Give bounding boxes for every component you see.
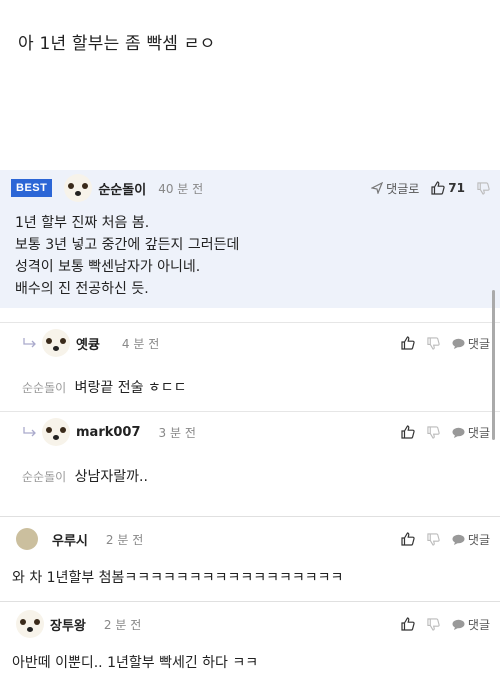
comment-header: 우루시 2 분 전 댓글 [0,517,500,561]
thumbs-up-icon[interactable] [401,617,415,631]
nickname[interactable]: 순순돌이 [98,179,146,198]
comment-actions: 댓글 [401,602,490,646]
send-icon [371,182,384,194]
reply-label: 댓글 [467,617,490,632]
reply-header: mark007 3 분 전 댓글 [0,412,500,452]
timestamp: 2 분 전 [105,532,144,547]
reply-button[interactable]: 댓글 [452,531,490,548]
reply-actions: 댓글 [401,323,490,363]
comment-item: 장투왕 2 분 전 댓글 아반떼 이뿐디.. 1년할부 빡세긴 하다 ㅋㅋ [0,601,500,682]
timestamp: 40 분 전 [158,181,204,196]
nickname[interactable]: 옛큥 [76,334,100,353]
comment-actions: 댓글로 71 [371,170,490,206]
reply-button[interactable]: 댓글 [452,335,490,352]
reply-label: 댓글 [467,425,490,440]
reply-to-comment-button[interactable]: 댓글로 [371,180,419,197]
thumbs-up-icon[interactable] [401,336,415,350]
comment-actions: 댓글 [401,517,490,561]
thumbs-up-icon[interactable] [401,425,415,439]
avatar[interactable] [16,528,38,550]
like-count: 71 [448,181,465,195]
avatar[interactable] [42,329,70,357]
thumbs-up-icon[interactable] [401,532,415,546]
reply-text: 벼랑끝 전술 ㅎㄷㄷ [74,380,187,396]
nickname[interactable]: 장투왕 [50,615,86,634]
thumbs-down-icon[interactable] [427,532,440,546]
timestamp: 3 분 전 [158,425,196,440]
reply-button[interactable]: 댓글 [452,424,490,441]
timestamp: 4 분 전 [121,336,160,351]
comment-body: 1년 할부 진짜 처음 봄. 보통 3년 넣고 중간에 갚든지 그러든데 성격이… [0,206,500,300]
thumbs-down-icon[interactable] [427,336,440,350]
reply-label: 댓글 [467,336,490,351]
reply-body: 순순돌이 벼랑끝 전술 ㅎㄷㄷ [0,363,500,411]
comment-body: 아반떼 이뿐디.. 1년할부 빡세긴 하다 ㅋㅋ [12,655,259,671]
avatar[interactable] [64,174,93,202]
post-text: 아 1년 할부는 좀 빡셈 ㄹㅇ [18,34,216,54]
reply-header: 옛큥 4 분 전 댓글 [0,323,500,363]
comment-item: 우루시 2 분 전 댓글 와 차 1년할부 첨봄ㅋㅋㅋㅋㅋㅋㅋㅋㅋㅋㅋㅋㅋㅋㅋㅋ… [0,516,500,601]
comment-body: 와 차 1년할부 첨봄ㅋㅋㅋㅋㅋㅋㅋㅋㅋㅋㅋㅋㅋㅋㅋㅋㅋ [12,570,344,586]
speech-bubble-icon [452,338,465,349]
scrollbar[interactable] [492,290,495,440]
reply-body: 순순돌이 상남자랄까.. [0,452,500,516]
comment-line: 배수의 진 전공하신 듯. [15,281,149,297]
best-badge: BEST [11,179,53,197]
like-button[interactable]: 71 [431,181,465,195]
nickname[interactable]: mark007 [76,425,141,440]
speech-bubble-icon [452,427,465,438]
reply-label: 댓글 [467,532,490,547]
comment-header: BEST 순순돌이 40 분 전 댓글로 71 [0,170,500,206]
reply-target[interactable]: 순순돌이 [22,470,66,484]
dislike-button[interactable] [477,181,490,195]
reply-item: 옛큥 4 분 전 댓글 순순돌이 벼랑끝 전술 ㅎㄷㄷ [0,322,500,411]
avatar[interactable] [16,610,44,638]
comment-line: 보통 3년 넣고 중간에 갚든지 그러든데 [15,237,240,253]
reply-arrow-icon [23,427,36,437]
speech-bubble-icon [452,534,465,545]
comment-line: 1년 할부 진짜 처음 봄. [15,215,150,231]
thumbs-down-icon[interactable] [427,617,440,631]
thumbs-down-icon[interactable] [427,425,440,439]
reply-text: 상남자랄까.. [74,469,148,485]
reply-item: mark007 3 분 전 댓글 순순돌이 상남자랄까.. [0,411,500,516]
reply-actions: 댓글 [401,412,490,452]
thumbs-down-icon [477,181,490,195]
comment-line: 성격이 보통 빡센남자가 아니네. [15,259,201,275]
comment-header: 장투왕 2 분 전 댓글 [0,602,500,646]
reply-button[interactable]: 댓글 [452,616,490,633]
reply-arrow-icon [23,338,36,348]
timestamp: 2 분 전 [103,617,142,632]
best-comment: BEST 순순돌이 40 분 전 댓글로 71 1년 할부 진짜 처음 봄. 보… [0,170,500,308]
reply-target[interactable]: 순순돌이 [22,381,66,395]
reply-label: 댓글로 [386,181,420,196]
nickname[interactable]: 우루시 [52,530,88,549]
speech-bubble-icon [452,619,465,630]
comment-list: BEST 순순돌이 40 분 전 댓글로 71 1년 할부 진짜 처음 봄. 보… [0,170,500,682]
thumbs-up-icon [431,181,445,195]
avatar[interactable] [42,418,70,446]
